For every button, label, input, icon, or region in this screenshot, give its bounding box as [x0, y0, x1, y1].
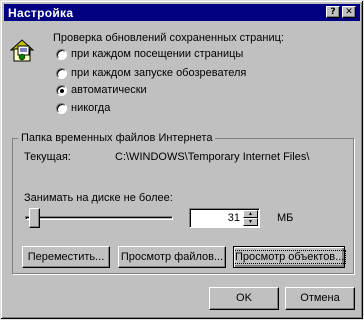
radio-label-automatic[interactable]: автоматически [71, 84, 147, 97]
radio-label-never[interactable]: никогда [71, 102, 110, 115]
radio-button[interactable] [56, 68, 67, 79]
spin-down-icon[interactable]: ▼ [243, 218, 258, 226]
move-folder-button[interactable]: Переместить... [22, 246, 110, 268]
dialog-title: Настройка [8, 6, 74, 20]
cancel-button-label: Отмена [300, 292, 340, 304]
move-folder-button-label: Переместить... [27, 251, 105, 263]
current-folder-label: Текущая: [24, 151, 71, 163]
spin-up-icon[interactable]: ▲ [243, 210, 258, 218]
view-files-button-label: Просмотр файлов... [120, 251, 224, 263]
view-objects-button-label: Просмотр объектов... [232, 250, 347, 264]
radio-label-each-start[interactable]: при каждом запуске обозревателя [71, 67, 246, 80]
radio-button[interactable] [56, 49, 67, 60]
view-objects-button[interactable]: Просмотр объектов... [232, 246, 347, 268]
disk-limit-value[interactable]: 31 [228, 212, 240, 225]
ok-button-label: OK [236, 292, 252, 304]
view-files-button[interactable]: Просмотр файлов... [118, 246, 226, 268]
disk-limit-label: Занимать на диске не более: [24, 192, 173, 204]
current-folder-path: C:\WINDOWS\Temporary Internet Files\ [115, 151, 310, 163]
update-check-heading: Проверка обновлений сохраненных страниц: [53, 32, 284, 44]
settings-house-icon [9, 39, 35, 62]
close-button[interactable]: ✕ [342, 6, 356, 18]
disk-limit-unit: МБ [277, 212, 294, 224]
temp-files-group-title: Папка временных файлов Интернета [18, 132, 216, 145]
settings-dialog: Настройка ? ✕ Проверка обновлений сохран… [0, 0, 364, 320]
cancel-button[interactable]: Отмена [285, 287, 355, 310]
disk-limit-slider-thumb[interactable] [29, 208, 40, 228]
ok-button[interactable]: OK [209, 287, 279, 310]
radio-label-each-visit[interactable]: при каждом посещении страницы [71, 48, 243, 61]
help-button[interactable]: ? [326, 6, 340, 18]
title-bar[interactable]: Настройка ? ✕ [4, 4, 360, 21]
disk-limit-slider-track[interactable] [25, 216, 173, 220]
radio-button-selected[interactable] [56, 85, 67, 96]
radio-button[interactable] [56, 103, 67, 114]
disk-limit-spinbox[interactable]: 31 ▲ ▼ [189, 208, 260, 228]
